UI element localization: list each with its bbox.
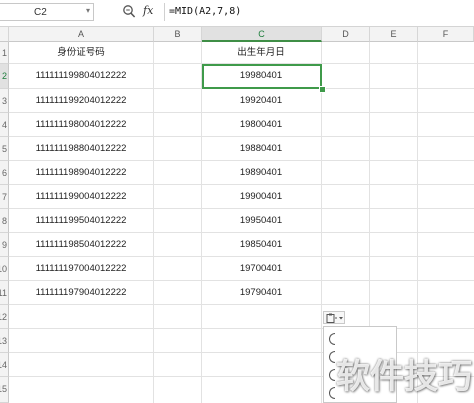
column-header-row: A B C D E F	[0, 27, 474, 42]
paste-options-icon	[326, 313, 343, 323]
row-header-13[interactable]: 13	[0, 329, 9, 353]
formula-bar: C2 ▾ fx =MID(A2,7,8)	[0, 0, 474, 27]
row-header-7[interactable]: 7	[0, 185, 9, 209]
cell-c[interactable]: 19700401	[201, 257, 321, 280]
fill-handle[interactable]	[319, 86, 326, 93]
cell-c[interactable]: 19950401	[201, 209, 321, 232]
cell-a[interactable]: 111111199804012222	[9, 64, 153, 88]
row-header-6[interactable]: 6	[0, 161, 9, 185]
cell-a[interactable]: 111111198804012222	[9, 137, 153, 160]
row-header-4[interactable]: 4	[0, 113, 9, 137]
cell-c[interactable]: 19890401	[201, 161, 321, 184]
cell-a1-header[interactable]: 身份证号码	[9, 42, 153, 63]
chevron-down-icon[interactable]: ▾	[86, 6, 90, 15]
column-header-b[interactable]: B	[154, 27, 202, 42]
row-header-1[interactable]: 1	[0, 42, 9, 64]
column-header-d[interactable]: D	[322, 27, 370, 42]
formula-input[interactable]: =MID(A2,7,8)	[164, 3, 474, 21]
cell-c[interactable]: 19900401	[201, 185, 321, 208]
row-header-column: 1 2 3 4 5 6 7 8 9 10 11 12 13 14 15	[0, 42, 9, 403]
row-header-8[interactable]: 8	[0, 209, 9, 233]
column-header-c[interactable]: C	[202, 27, 322, 42]
row-header-12[interactable]: 12	[0, 305, 9, 329]
cell-a[interactable]: 111111199504012222	[9, 209, 153, 232]
row-header-9[interactable]: 9	[0, 233, 9, 257]
row-header-5[interactable]: 5	[0, 137, 9, 161]
zoom-magnifier-icon[interactable]	[122, 4, 136, 20]
row-header-3[interactable]: 3	[0, 89, 9, 113]
gridline	[9, 328, 474, 329]
column-header-e[interactable]: E	[370, 27, 418, 42]
cell-a[interactable]: 111111198004012222	[9, 113, 153, 136]
row-header-2[interactable]: 2	[0, 64, 9, 89]
row-header-11[interactable]: 11	[0, 281, 9, 305]
radio-icon	[329, 351, 335, 363]
column-header-f[interactable]: F	[418, 27, 474, 42]
column-header-a[interactable]: A	[9, 27, 154, 42]
cell-a[interactable]: 111111199204012222	[9, 89, 153, 112]
paste-option[interactable]	[324, 331, 396, 345]
select-all-corner[interactable]	[0, 27, 9, 42]
name-box-value: C2	[34, 7, 47, 18]
watermark: 软件技巧	[336, 357, 472, 397]
cell-a[interactable]: 111111198504012222	[9, 233, 153, 256]
cell-c[interactable]: 19790401	[201, 281, 321, 304]
cell-c[interactable]: 19850401	[201, 233, 321, 256]
gridline	[9, 304, 474, 305]
radio-icon	[329, 387, 335, 399]
paste-options-button[interactable]	[323, 311, 345, 324]
cell-c[interactable]: 19800401	[201, 113, 321, 136]
function-icon[interactable]: fx	[143, 4, 153, 17]
name-box[interactable]: C2 ▾	[0, 3, 94, 21]
cell-c1-header[interactable]: 出生年月日	[201, 42, 321, 63]
cell-a[interactable]: 111111198904012222	[9, 161, 153, 184]
radio-icon	[329, 369, 335, 381]
cell-a[interactable]: 111111197904012222	[9, 281, 153, 304]
gridline	[321, 42, 322, 403]
formula-text: =MID(A2,7,8)	[169, 6, 242, 17]
radio-icon	[329, 333, 335, 345]
cell-c[interactable]: 19920401	[201, 89, 321, 112]
cell-a[interactable]: 111111199004012222	[9, 185, 153, 208]
cell-c[interactable]: 19880401	[201, 137, 321, 160]
cell-a[interactable]: 111111197004012222	[9, 257, 153, 280]
gridline	[153, 42, 154, 403]
row-header-10[interactable]: 10	[0, 257, 9, 281]
active-cell-selection[interactable]	[202, 64, 322, 89]
row-header-15[interactable]: 15	[0, 377, 9, 403]
row-header-14[interactable]: 14	[0, 353, 9, 377]
